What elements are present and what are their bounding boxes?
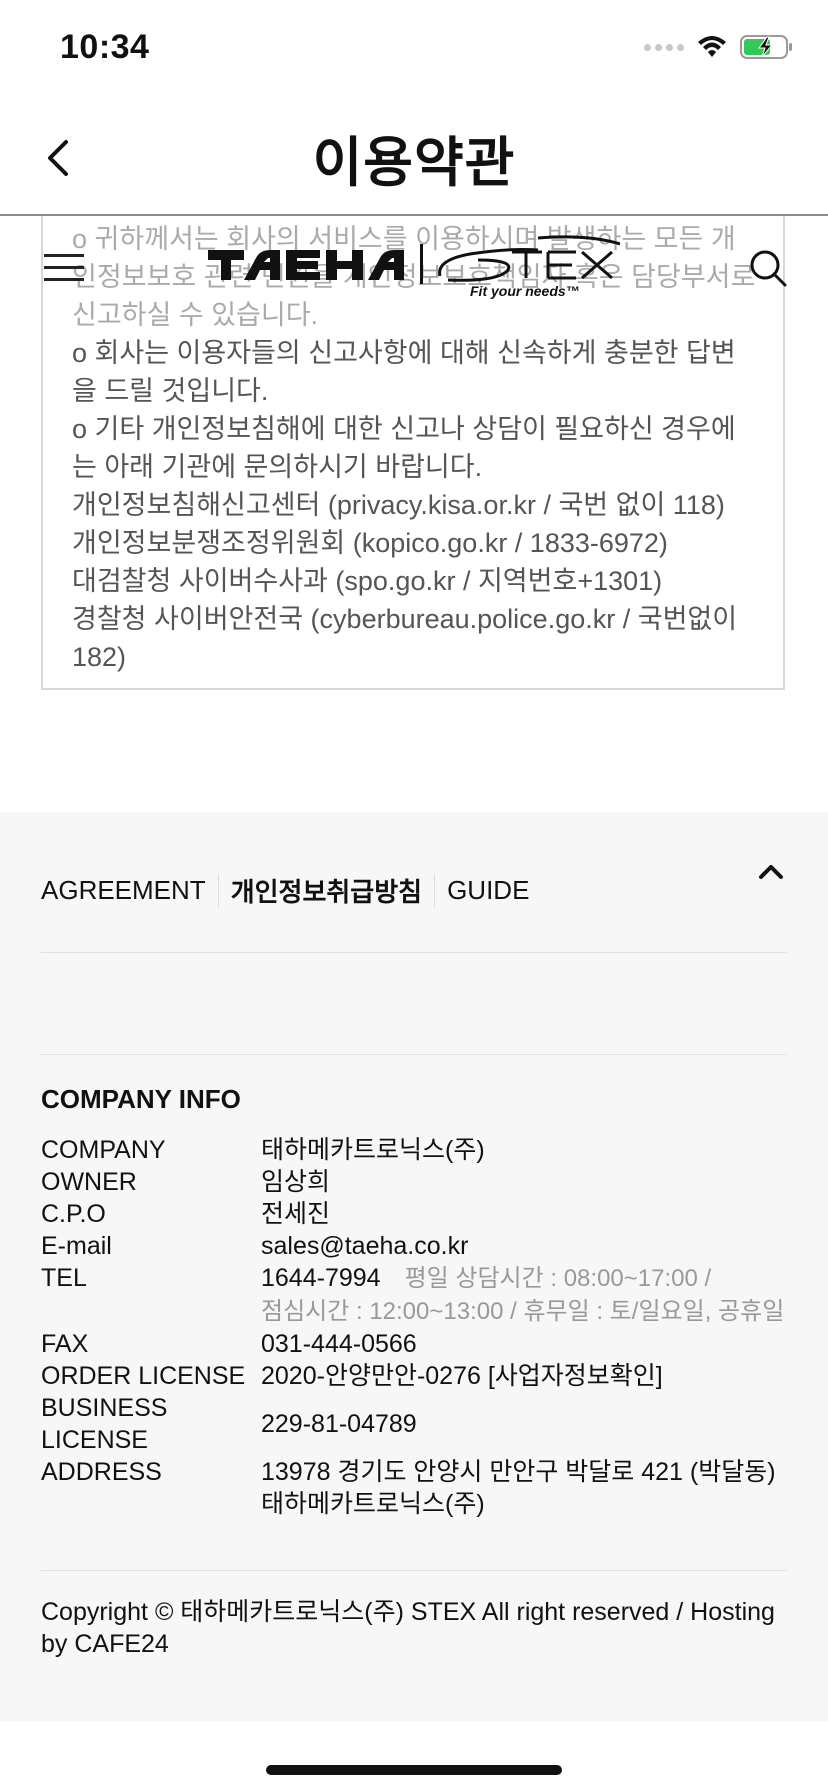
info-value: 031-444-0566	[261, 1330, 417, 1358]
page-content[interactable]: o 귀하께서는 회사의 서비스를 이용하시며 발생하는 모든 개인정보보호 관련…	[0, 214, 828, 1792]
page-title: 이용약관	[312, 133, 516, 193]
status-time: 10:34	[60, 28, 150, 66]
company-info-table: COMPANY 태하메카트로닉스(주) OWNER 임상희 C.P.O 전세진 …	[41, 1134, 791, 1520]
scroll-top-button[interactable]	[758, 862, 784, 882]
info-row-fax: FAX 031-444-0566	[41, 1328, 791, 1360]
footer-link-guide[interactable]: GUIDE	[435, 875, 541, 906]
status-icons	[644, 34, 794, 60]
address-line: 태하메카트로닉스(주)	[261, 1490, 485, 1518]
footer-link-privacy[interactable]: 개인정보취급방침	[219, 872, 434, 909]
wifi-icon	[698, 36, 726, 57]
hamburger-icon[interactable]	[44, 254, 84, 282]
divider	[41, 952, 787, 953]
info-value: 임상희	[261, 1168, 331, 1196]
terms-line: o 기타 개인정보침해에 대한 신고나 상담이 필요하신 경우에는 아래 기관에…	[72, 414, 736, 482]
search-icon	[750, 250, 787, 287]
info-label: E-mail	[41, 1232, 112, 1260]
info-label-line: BUSINESS	[41, 1394, 168, 1422]
copyright-text: Copyright © 태하메카트로닉스(주) STEX All right r…	[41, 1598, 775, 1658]
info-label-line: LICENSE	[41, 1426, 148, 1454]
divider	[41, 1054, 787, 1055]
site-header: Fit your needs™	[0, 230, 828, 314]
terms-line: 개인정보침해신고센터 (privacy.kisa.or.kr / 국번 없이 1…	[72, 490, 725, 520]
home-indicator	[266, 1765, 562, 1775]
terms-line: 개인정보분쟁조정위원회 (kopico.go.kr / 1833-6972)	[72, 528, 668, 558]
status-bar: 10:34	[0, 0, 828, 100]
info-value: 13978 경기도 안양시 만안구 박달로 421 (박달동) 태하메카트로닉스…	[261, 1456, 791, 1520]
address-line: 13978 경기도 안양시 만안구 박달로 421 (박달동)	[261, 1458, 776, 1486]
business-info-link[interactable]: 2020-안양만안-0276 [사업자정보확인]	[261, 1360, 791, 1392]
info-value: 전세진	[261, 1200, 331, 1228]
info-row-address: ADDRESS 13978 경기도 안양시 만안구 박달로 421 (박달동) …	[41, 1456, 791, 1520]
nav-header: 이용약관	[0, 100, 828, 216]
company-info-title: COMPANY INFO	[41, 1084, 241, 1114]
info-row-company: COMPANY 태하메카트로닉스(주)	[41, 1134, 791, 1166]
info-label: OWNER	[41, 1168, 137, 1196]
info-row-tel: TEL 1644-7994 평일 상담시간 : 08:00~17:00 / 점심시…	[41, 1262, 791, 1328]
cellular-signal-icon	[644, 43, 684, 51]
info-label: COMPANY	[41, 1136, 166, 1164]
info-label: ORDER LICENSE	[41, 1362, 246, 1390]
info-value: 1644-7994 평일 상담시간 : 08:00~17:00 / 점심시간 : …	[261, 1262, 791, 1328]
tel-link[interactable]: 1644-7994	[261, 1264, 381, 1292]
info-label: C.P.O	[41, 1200, 106, 1228]
footer-links: AGREEMENT 개인정보취급방침 GUIDE	[41, 872, 541, 909]
info-row-owner: OWNER 임상희	[41, 1166, 791, 1198]
info-label: FAX	[41, 1330, 89, 1358]
footer-link-agreement[interactable]: AGREEMENT	[41, 875, 218, 906]
info-value: 태하메카트로닉스(주)	[261, 1136, 485, 1164]
terms-line: 경찰청 사이버안전국 (cyberbureau.police.go.kr / 국…	[72, 604, 738, 672]
divider	[41, 1570, 787, 1571]
info-row-business-license: BUSINESS LICENSE 229-81-04789	[41, 1392, 791, 1456]
svg-text:Fit your needs™: Fit your needs™	[470, 283, 580, 299]
info-label: TEL	[41, 1264, 87, 1292]
terms-line: o 회사는 이용자들의 신고사항에 대해 신속하게 충분한 답변을 드릴 것입니…	[72, 338, 736, 406]
info-row-email: E-mail sales@taeha.co.kr	[41, 1230, 791, 1262]
tel-hours-note: 평일 상담시간 : 08:00~17:00 /	[404, 1265, 712, 1292]
info-row-order-license: ORDER LICENSE 2020-안양만안-0276 [사업자정보확인]	[41, 1360, 791, 1392]
search-button[interactable]	[748, 248, 788, 288]
battery-charging-icon	[740, 35, 792, 59]
info-label: BUSINESS LICENSE	[41, 1392, 261, 1456]
info-row-cpo: C.P.O 전세진	[41, 1198, 791, 1230]
info-value: 229-81-04789	[261, 1410, 417, 1438]
tel-hours-note: 점심시간 : 12:00~13:00 / 휴무일 : 토/일요일, 공휴일	[261, 1298, 785, 1325]
taeha-stex-logo[interactable]: Fit your needs™	[208, 230, 620, 306]
terms-line: 대검찰청 사이버수사과 (spo.go.kr / 지역번호+1301)	[72, 566, 663, 596]
footer: AGREEMENT 개인정보취급방침 GUIDE COMPANY INFO CO…	[0, 812, 828, 1722]
email-link[interactable]: sales@taeha.co.kr	[261, 1230, 791, 1262]
info-label: ADDRESS	[41, 1458, 162, 1486]
chevron-up-icon	[759, 865, 783, 879]
